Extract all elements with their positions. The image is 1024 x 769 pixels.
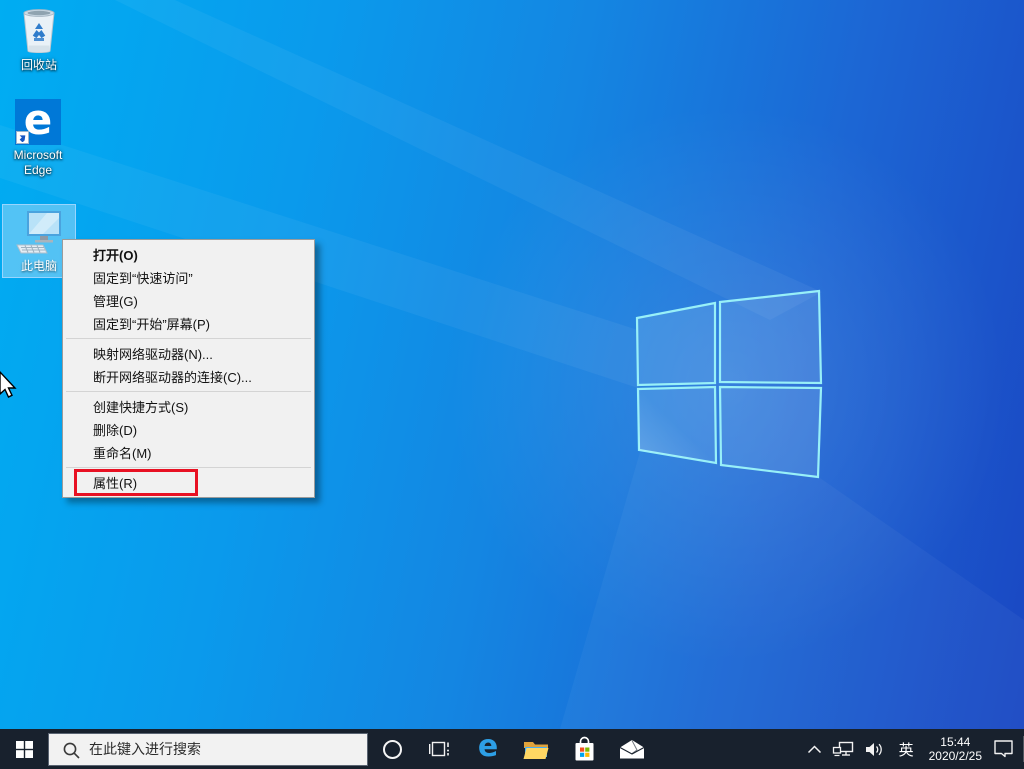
cortana-icon: [383, 740, 402, 759]
cortana-button[interactable]: [368, 729, 416, 769]
tray-date: 2020/2/25: [929, 749, 982, 763]
volume-button[interactable]: [860, 729, 890, 769]
this-pc-icon: [13, 208, 65, 256]
file-explorer-icon: [523, 739, 549, 760]
task-view-icon: [429, 740, 451, 758]
edge-icon: e: [478, 732, 498, 762]
mouse-cursor: [0, 370, 17, 400]
menu-separator: [66, 338, 311, 339]
menu-separator: [66, 391, 311, 392]
icon-label: Microsoft Edge: [1, 148, 75, 178]
taskbar-search[interactable]: [48, 733, 368, 766]
desktop-icon-recycle-bin[interactable]: 回收站: [1, 7, 77, 73]
recycle-bin-icon: [17, 7, 61, 55]
start-button[interactable]: [0, 729, 48, 769]
taskbar-edge-button[interactable]: e: [464, 729, 512, 769]
desktop-icon-microsoft-edge[interactable]: e Microsoft Edge: [0, 99, 76, 178]
menu-item-map-network-drive[interactable]: 映射网络驱动器(N)...: [63, 342, 314, 365]
search-input[interactable]: [49, 734, 367, 765]
icon-label: 此电脑: [21, 259, 57, 274]
icon-label: 回收站: [21, 58, 57, 73]
desktop: 回收站 e Microsoft Edge 此电脑: [0, 0, 1024, 769]
tray-time: 15:44: [929, 735, 982, 749]
microsoft-store-icon: [573, 736, 596, 763]
ime-indicator[interactable]: 英: [890, 729, 923, 769]
menu-item-create-shortcut[interactable]: 创建快捷方式(S): [63, 395, 314, 418]
network-icon: [832, 741, 855, 758]
task-view-button[interactable]: [416, 729, 464, 769]
mail-button[interactable]: [608, 729, 656, 769]
menu-item-delete[interactable]: 删除(D): [63, 418, 314, 441]
action-center-icon: [993, 739, 1014, 759]
windows-logo-icon: [16, 741, 33, 758]
mail-icon: [619, 740, 645, 759]
search-icon: [62, 741, 81, 760]
speaker-icon: [865, 742, 885, 757]
file-explorer-button[interactable]: [512, 729, 560, 769]
menu-separator: [66, 467, 311, 468]
hidden-icons-button[interactable]: [802, 729, 827, 769]
system-tray: 英 15:44 2020/2/25: [802, 729, 1024, 769]
chevron-up-icon: [807, 745, 822, 754]
menu-item-disconnect-network-drive[interactable]: 断开网络驱动器的连接(C)...: [63, 365, 314, 388]
menu-item-pin-to-start[interactable]: 固定到“开始”屏幕(P): [63, 312, 314, 335]
network-button[interactable]: [827, 729, 860, 769]
taskbar: e: [0, 729, 1024, 769]
context-menu: 打开(O) 固定到“快速访问” 管理(G) 固定到“开始”屏幕(P) 映射网络驱…: [62, 239, 315, 498]
menu-item-manage[interactable]: 管理(G): [63, 289, 314, 312]
shortcut-arrow-icon: [16, 131, 29, 144]
menu-item-properties[interactable]: 属性(R): [63, 471, 314, 494]
menu-item-rename[interactable]: 重命名(M): [63, 441, 314, 464]
menu-item-open[interactable]: 打开(O): [63, 243, 314, 266]
clock[interactable]: 15:44 2020/2/25: [923, 729, 988, 769]
microsoft-store-button[interactable]: [560, 729, 608, 769]
edge-tile-icon: e: [15, 99, 61, 145]
menu-item-pin-quick-access[interactable]: 固定到“快速访问”: [63, 266, 314, 289]
action-center-button[interactable]: [988, 729, 1019, 769]
